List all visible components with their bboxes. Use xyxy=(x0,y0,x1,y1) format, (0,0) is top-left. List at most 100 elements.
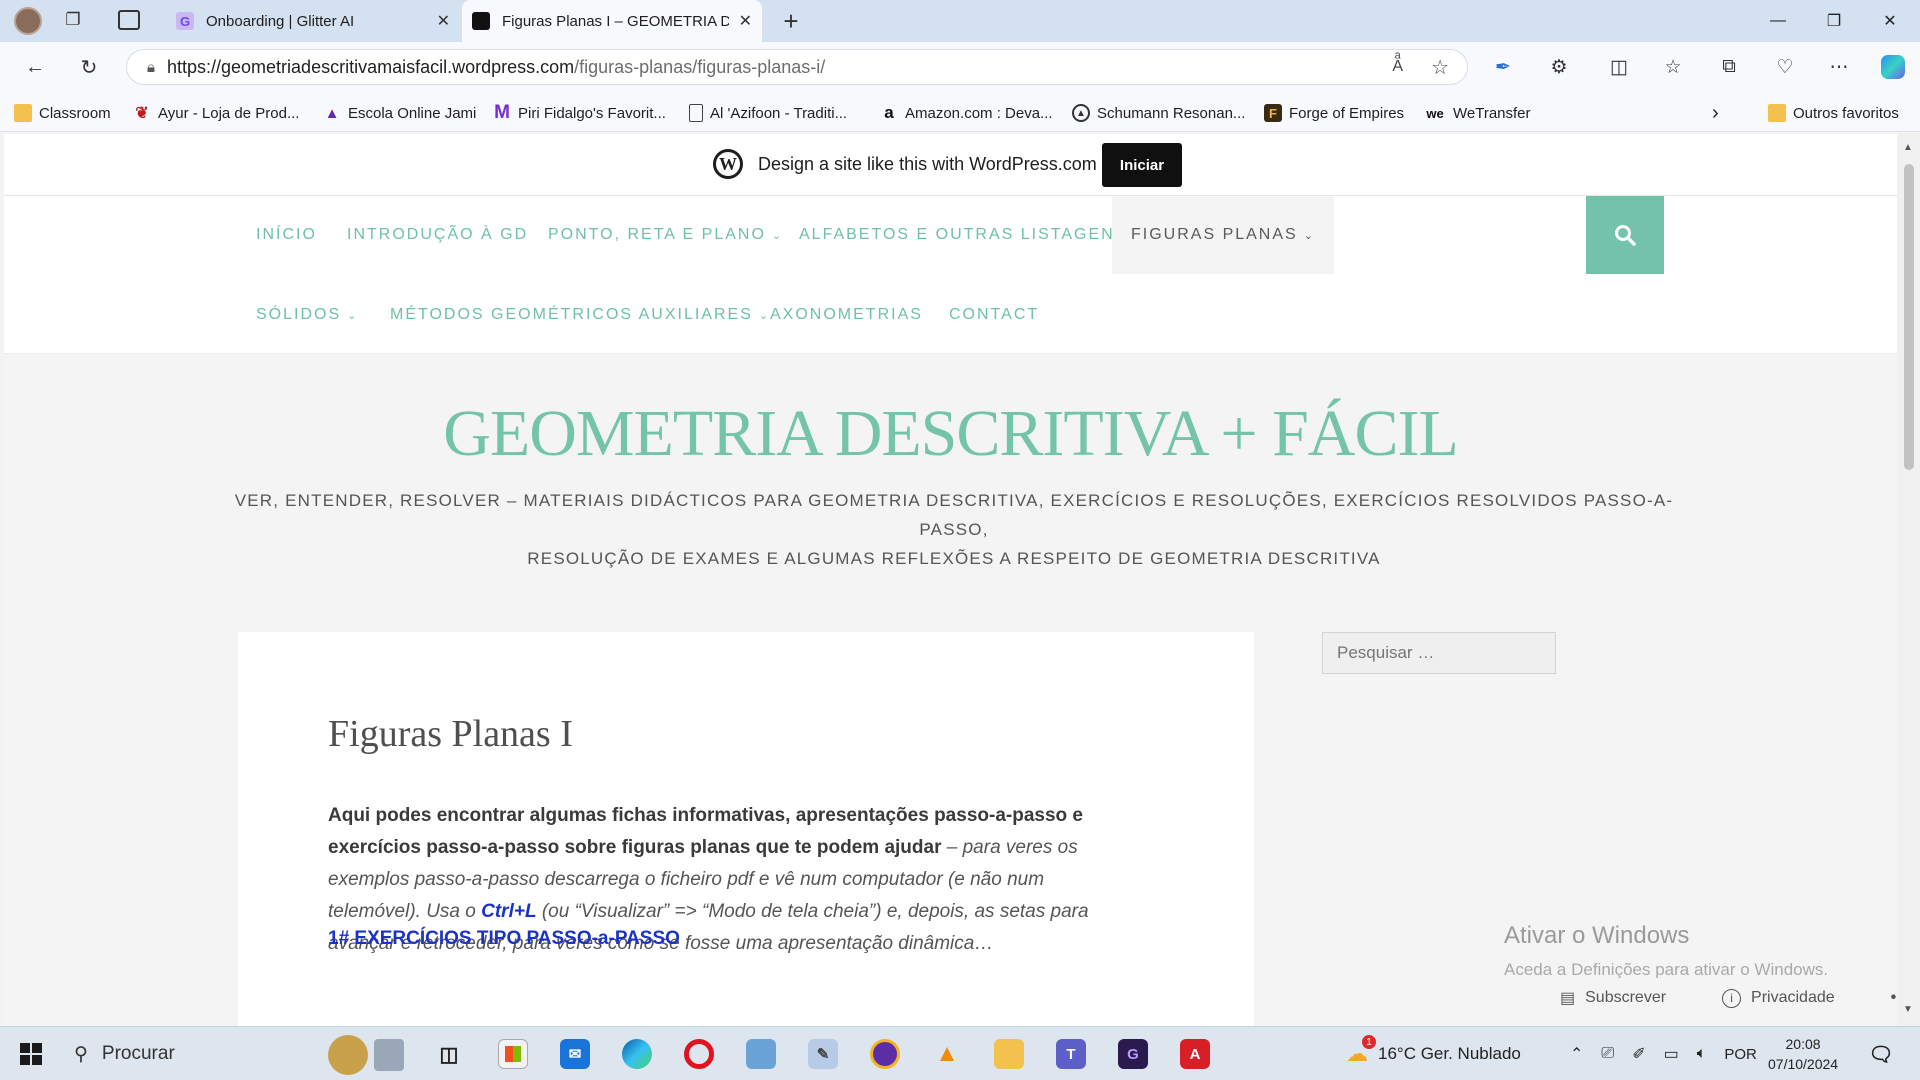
acrobat-reader-icon[interactable]: A xyxy=(1180,1039,1210,1069)
opera-browser-icon[interactable] xyxy=(684,1039,714,1069)
bookmark-forge-of-empires[interactable]: F Forge of Empires xyxy=(1264,102,1404,124)
menu-item-metodos[interactable]: MÉTODOS GEOMÉTRICOS AUXILIARES ⌄ xyxy=(390,306,770,324)
sidebar-search-input[interactable] xyxy=(1322,632,1556,674)
bookmark-schumann[interactable]: ▲ Schumann Resonan... xyxy=(1072,102,1245,124)
favorite-star-icon[interactable]: ☆ xyxy=(1431,55,1449,80)
network-icon[interactable]: ▭ xyxy=(1664,1044,1679,1064)
menu-item-inicio[interactable]: INÍCIO xyxy=(256,226,317,244)
bookmark-wetransfer[interactable]: we WeTransfer xyxy=(1424,102,1530,124)
chevron-down-icon: ⌄ xyxy=(771,229,784,242)
bookmark-classroom[interactable]: Classroom xyxy=(14,102,111,124)
menu-item-alfabetos[interactable]: ALFABETOS E OUTRAS LISTAGENS xyxy=(799,226,1127,244)
scroll-up-arrow-icon[interactable]: ▲ xyxy=(1903,142,1913,153)
file-explorer-icon[interactable] xyxy=(994,1039,1024,1069)
teams-app-icon[interactable]: T xyxy=(1056,1039,1086,1069)
menu-label: MÉTODOS GEOMÉTRICOS AUXILIARES xyxy=(390,306,753,323)
read-aloud-icon[interactable]: A︎ͣ xyxy=(1392,58,1403,76)
clock[interactable]: 20:08 07/10/2024 xyxy=(1768,1027,1838,1080)
taskbar-search-label: Procurar xyxy=(101,1043,175,1064)
wordpress-logo-icon[interactable]: W xyxy=(713,149,743,179)
refresh-icon[interactable]: ↻ xyxy=(72,50,106,84)
back-icon[interactable]: ← xyxy=(18,50,52,84)
lock-icon[interactable]: 🔒︎ xyxy=(147,59,155,76)
bookmark-label: Forge of Empires xyxy=(1289,104,1405,122)
chevron-up-icon[interactable]: ⌃ xyxy=(1570,1044,1583,1064)
weather-widget[interactable]: ☁ 1 16°C Ger. Nublado xyxy=(1346,1027,1521,1080)
edge-browser-icon[interactable] xyxy=(622,1039,652,1069)
bookmark-azifoon[interactable]: Al 'Azifoon - Traditi... xyxy=(689,102,847,124)
menu-item-ponto-reta-plano[interactable]: PONTO, RETA E PLANO ⌄ xyxy=(548,226,783,244)
section-link-exercicios[interactable]: 1# EXERCÍCIOS TIPO PASSO-a-PASSO xyxy=(328,928,680,950)
menu-item-solidos[interactable]: SÓLIDOS ⌄ xyxy=(256,306,358,324)
header-search-button[interactable] xyxy=(1586,196,1664,274)
taskbar-search[interactable]: ⚲ Procurar xyxy=(62,1033,404,1075)
windows-start-icon[interactable] xyxy=(20,1043,42,1065)
tab-close-icon[interactable]: ✕ xyxy=(437,11,450,31)
menu-item-figuras-planas[interactable]: FIGURAS PLANAS ⌄ xyxy=(1112,196,1334,274)
mail-icon[interactable]: ✉ xyxy=(560,1039,590,1069)
shortcut-ctrl-l: Ctrl+L xyxy=(481,901,537,922)
close-window-icon[interactable]: ✕ xyxy=(1862,0,1918,42)
tab-close-icon[interactable]: ✕ xyxy=(739,11,752,31)
tagline-line-2: RESOLUÇÃO DE EXAMES E ALGUMAS REFLEXÕES … xyxy=(527,549,1381,568)
bookmark-outros-favoritos[interactable]: Outros favoritos xyxy=(1768,102,1899,124)
volume-icon[interactable]: 🔈︎ xyxy=(1697,1045,1707,1063)
iniciar-button[interactable]: Iniciar xyxy=(1102,143,1182,187)
vlc-player-icon[interactable]: ▲ xyxy=(932,1039,962,1069)
notifications-icon[interactable]: 🗨︎ xyxy=(1866,1039,1896,1069)
task-view-icon[interactable]: ◫ xyxy=(434,1039,464,1069)
address-bar[interactable]: 🔒︎ https://geometriadescritivamaisfacil.… xyxy=(126,49,1468,85)
bookmark-piri-fidalgo[interactable]: M Piri Fidalgo's Favorit... xyxy=(493,102,666,124)
scroll-down-arrow-icon[interactable]: ▼ xyxy=(1903,1004,1913,1015)
menu-item-contact[interactable]: CONTACT xyxy=(949,306,1039,324)
extension-feather-icon[interactable]: ✒ xyxy=(1486,50,1520,84)
url-text[interactable]: https://geometriadescritivamaisfacil.wor… xyxy=(167,57,825,78)
new-tab-icon[interactable]: + xyxy=(776,6,806,36)
url-path: /figuras-planas/figuras-planas-i/ xyxy=(574,56,826,77)
pen-input-icon[interactable]: ✐ xyxy=(1632,1044,1645,1064)
favorites-icon[interactable]: ☆ xyxy=(1656,50,1690,84)
menu-label: INÍCIO xyxy=(256,226,317,243)
tab-glitter[interactable]: G Onboarding | Glitter AI ✕ xyxy=(166,0,460,42)
privacy-button[interactable]: i Privacidade xyxy=(1722,988,1863,1008)
photos-app-icon[interactable] xyxy=(746,1039,776,1069)
bookmark-amazon[interactable]: a Amazon.com : Deva... xyxy=(880,102,1052,124)
extensions-icon[interactable]: ⚙ xyxy=(1542,50,1576,84)
dome-icon: ▲ xyxy=(324,104,340,122)
search-icon: ⚲ xyxy=(74,1043,88,1065)
m-logo-icon: M xyxy=(494,102,510,123)
paint-app-icon[interactable]: ✎ xyxy=(808,1039,838,1069)
profile-avatar[interactable] xyxy=(14,7,42,35)
clock-date: 07/10/2024 xyxy=(1768,1056,1839,1072)
vpn-app-icon[interactable] xyxy=(870,1039,900,1069)
wp-action-bar: ▤Subscrever iPrivacidade ••• xyxy=(1560,978,1897,1018)
subscribe-button[interactable]: ▤ Subscrever xyxy=(1560,988,1694,1008)
tab-figuras-planas[interactable]: Figuras Planas I – GEOMETRIA DESCRITIVA … xyxy=(462,0,762,42)
bookmark-escola-jami[interactable]: ▲ Escola Online Jami xyxy=(323,102,477,124)
restore-icon[interactable]: ❐ xyxy=(1806,0,1862,42)
chevron-down-icon: ⌄ xyxy=(347,309,359,322)
vertical-tabs-icon[interactable] xyxy=(118,10,140,30)
menu-item-introducao[interactable]: INTRODUÇÃO À GD xyxy=(347,226,528,244)
site-title[interactable]: GEOMETRIA DESCRITIVA + FÁCIL xyxy=(4,396,1897,472)
microsoft-store-icon[interactable] xyxy=(498,1039,528,1069)
activate-windows-title: Ativar o Windows xyxy=(1504,922,1690,949)
wordpress-promo-bar: W Design a site like this with WordPress… xyxy=(4,134,1897,196)
language-indicator[interactable]: POR xyxy=(1724,1046,1757,1063)
wordpress-promo-text[interactable]: Design a site like this with WordPress.c… xyxy=(758,154,1097,175)
more-menu-icon[interactable]: ⋯ xyxy=(1822,50,1856,84)
menu-label: SÓLIDOS xyxy=(256,306,342,323)
minimize-icon[interactable]: — xyxy=(1750,0,1806,42)
scroll-thumb[interactable] xyxy=(1904,164,1914,470)
copilot-icon[interactable] xyxy=(1876,50,1910,84)
meet-now-icon[interactable]: ⎚ xyxy=(1601,1045,1614,1063)
collections-icon[interactable]: ⧉ xyxy=(1712,50,1746,84)
bookmarks-overflow-icon[interactable]: › xyxy=(1712,102,1719,124)
menu-item-axonometrias[interactable]: AXONOMETRIAS xyxy=(770,306,923,324)
page-scrollbar[interactable]: ▲ ▼ xyxy=(1897,134,1920,1026)
glitter-app-icon[interactable]: G xyxy=(1118,1039,1148,1069)
bookmark-ayur[interactable]: ❦ Ayur - Loja de Prod... xyxy=(133,102,299,124)
split-screen-icon[interactable]: ◫ xyxy=(1602,50,1636,84)
workspaces-icon[interactable]: ❐ xyxy=(62,10,84,32)
browser-essentials-icon[interactable]: ♡ xyxy=(1768,50,1802,84)
